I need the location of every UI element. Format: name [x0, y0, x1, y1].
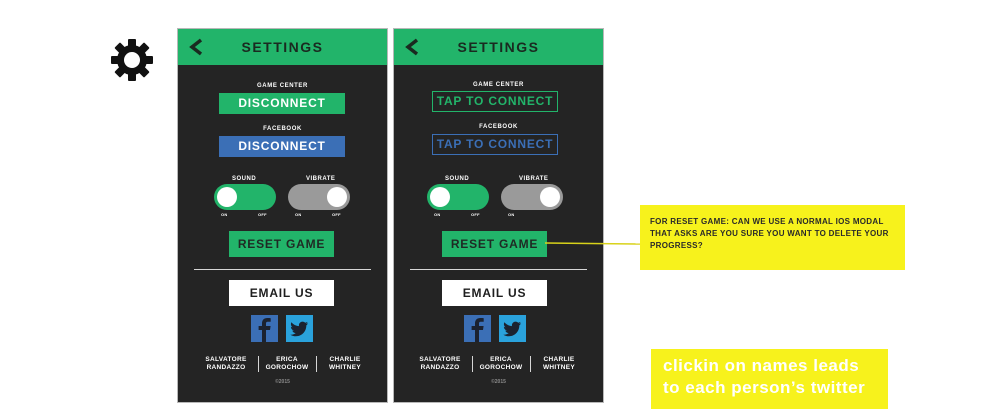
- credit-last: RANDAZZO: [206, 363, 246, 371]
- sound-label: SOUND: [445, 176, 470, 182]
- credit-first: CHARLIE: [329, 356, 361, 363]
- game-center-disconnect-button[interactable]: DISCONNECT: [219, 93, 345, 114]
- credit-first: SALVATORE: [419, 356, 461, 363]
- vibrate-on-label: ON: [295, 212, 302, 217]
- vibrate-toggle[interactable]: [288, 184, 350, 210]
- header-bar: SETTINGS: [394, 29, 603, 65]
- vibrate-toggle[interactable]: [501, 184, 563, 210]
- reset-game-button[interactable]: RESET GAME: [229, 231, 334, 257]
- toggle-knob: [217, 187, 237, 207]
- sound-on-label: ON: [221, 212, 228, 217]
- settings-screen-connected: SETTINGS GAME CENTER DISCONNECT FACEBOOK…: [177, 28, 388, 403]
- annotation-connector: [545, 242, 640, 245]
- credit-separator: [472, 356, 473, 372]
- credit-name[interactable]: SALVATORE RANDAZZO: [196, 356, 256, 371]
- game-center-connect-button[interactable]: TAP TO CONNECT: [432, 91, 558, 112]
- game-center-label: GAME CENTER: [473, 82, 524, 88]
- twitter-icon[interactable]: [286, 315, 313, 342]
- note-line: clickin on names leads: [663, 356, 860, 375]
- note-line: to each person’s twitter: [663, 378, 866, 397]
- toggle-knob: [540, 187, 560, 207]
- credit-last: WHITNEY: [542, 363, 576, 371]
- game-center-label: GAME CENTER: [257, 83, 308, 89]
- credit-first: ERICA: [276, 356, 298, 363]
- credit-separator: [316, 356, 317, 372]
- sound-toggle[interactable]: [214, 184, 276, 210]
- reset-game-note: FOR RESET GAME: CAN WE USE A NORMAL IOS …: [640, 205, 905, 270]
- vibrate-label: VIBRATE: [306, 176, 336, 182]
- page-title: SETTINGS: [241, 39, 324, 55]
- facebook-disconnect-button[interactable]: DISCONNECT: [219, 136, 345, 157]
- settings-screen-disconnected: SETTINGS GAME CENTER TAP TO CONNECT FACE…: [393, 28, 604, 403]
- facebook-icon[interactable]: [251, 315, 278, 342]
- back-arrow-icon[interactable]: [188, 38, 206, 56]
- credit-name[interactable]: ERICA GOROCHOW: [474, 356, 528, 371]
- toggle-knob: [327, 187, 347, 207]
- names-twitter-note: clickin on names leads to each person’s …: [651, 349, 888, 409]
- credit-last: GOROCHOW: [265, 363, 309, 371]
- sound-toggle[interactable]: [427, 184, 489, 210]
- credit-separator: [530, 356, 531, 372]
- credit-first: SALVATORE: [205, 356, 247, 363]
- credit-last: RANDAZZO: [420, 363, 460, 371]
- facebook-label: FACEBOOK: [263, 126, 302, 132]
- credit-last: GOROCHOW: [479, 363, 523, 371]
- credits-row: SALVATORE RANDAZZO ERICA GOROCHOW CHARLI…: [394, 356, 603, 374]
- vibrate-on-label: ON: [508, 212, 515, 217]
- copyright: ©2015: [275, 379, 290, 385]
- sound-on-label: ON: [434, 212, 441, 217]
- header-bar: SETTINGS: [178, 29, 387, 65]
- credit-name[interactable]: ERICA GOROCHOW: [260, 356, 314, 371]
- credits-row: SALVATORE RANDAZZO ERICA GOROCHOW CHARLI…: [178, 356, 387, 374]
- credit-first: CHARLIE: [543, 356, 575, 363]
- back-arrow-icon[interactable]: [404, 38, 422, 56]
- credit-name[interactable]: SALVATORE RANDAZZO: [410, 356, 470, 371]
- credit-last: WHITNEY: [328, 363, 362, 371]
- sound-off-label: OFF: [258, 212, 267, 217]
- credit-name[interactable]: CHARLIE WHITNEY: [532, 356, 586, 371]
- divider: [194, 269, 371, 270]
- facebook-connect-button[interactable]: TAP TO CONNECT: [432, 134, 558, 155]
- sound-label: SOUND: [232, 176, 257, 182]
- credit-name[interactable]: CHARLIE WHITNEY: [318, 356, 372, 371]
- facebook-icon[interactable]: [464, 315, 491, 342]
- credit-first: ERICA: [490, 356, 512, 363]
- facebook-label: FACEBOOK: [479, 124, 518, 130]
- vibrate-off-label: OFF: [332, 212, 341, 217]
- toggle-knob: [430, 187, 450, 207]
- copyright: ©2015: [491, 379, 506, 385]
- page-title: SETTINGS: [457, 39, 540, 55]
- twitter-icon[interactable]: [499, 315, 526, 342]
- credit-separator: [258, 356, 259, 372]
- email-us-button[interactable]: EMAIL US: [229, 280, 334, 306]
- reset-game-button[interactable]: RESET GAME: [442, 231, 547, 257]
- vibrate-label: VIBRATE: [519, 176, 549, 182]
- sound-off-label: OFF: [471, 212, 480, 217]
- gear-icon: [111, 39, 153, 81]
- email-us-button[interactable]: EMAIL US: [442, 280, 547, 306]
- divider: [410, 269, 587, 270]
